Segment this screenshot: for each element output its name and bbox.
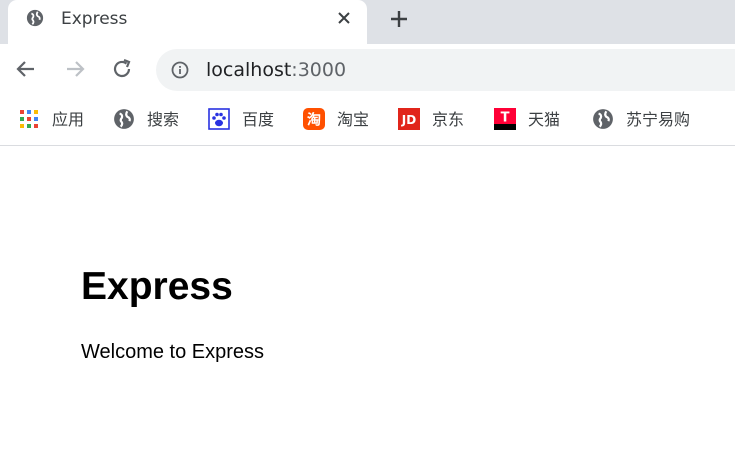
bookmarks-bar: 应用 搜索 百度 淘 淘宝 JD 京东 T 天猫 苏宁易购 [0,96,735,146]
bookmark-label: 应用 [52,110,85,129]
taobao-icon: 淘 [303,108,325,130]
globe-icon [114,109,134,129]
reload-icon[interactable] [110,57,134,81]
browser-toolbar: localhost:3000 [0,44,735,96]
page-title: Express [81,265,233,308]
bookmark-search[interactable]: 搜索 [113,108,188,132]
bookmark-label: 淘宝 [337,110,370,129]
taobao-icon-text: 淘 [307,112,321,129]
bookmark-taobao[interactable]: 淘 淘宝 [303,108,378,132]
bookmark-label: 天猫 [528,110,561,129]
baidu-paw-icon [208,108,230,130]
info-icon[interactable] [171,61,189,79]
tab-title: Express [61,9,128,29]
globe-icon [26,9,44,27]
jd-icon: JD [398,108,420,130]
browser-tab[interactable]: Express [8,0,367,44]
tab-strip: Express [0,0,735,44]
bookmark-jd[interactable]: JD 京东 [398,108,473,132]
bookmark-apps[interactable]: 应用 [18,108,93,132]
close-icon[interactable] [337,11,351,25]
new-tab-plus-icon[interactable] [388,8,410,30]
tmall-icon-text: T [501,111,510,126]
bookmark-suning[interactable]: 苏宁易购 [592,108,707,132]
url-port: :3000 [291,59,347,81]
page-content: Express Welcome to Express [0,147,735,449]
bookmark-baidu[interactable]: 百度 [208,108,283,132]
globe-icon [593,109,613,129]
bookmark-label: 京东 [432,110,465,129]
url-text[interactable]: localhost:3000 [206,59,346,81]
bookmark-tmall[interactable]: T 天猫 [494,108,569,132]
apps-grid-icon [20,110,38,128]
jd-icon-text: JD [401,113,416,127]
forward-arrow-icon[interactable] [63,57,87,81]
bookmark-label: 百度 [242,110,275,129]
back-arrow-icon[interactable] [14,57,38,81]
welcome-text: Welcome to Express [81,341,265,363]
bookmark-label: 搜索 [147,110,180,129]
url-host: localhost [206,59,292,81]
address-bar[interactable]: localhost:3000 [156,49,735,91]
bookmark-label: 苏宁易购 [626,110,691,129]
tmall-icon: T [494,108,516,130]
